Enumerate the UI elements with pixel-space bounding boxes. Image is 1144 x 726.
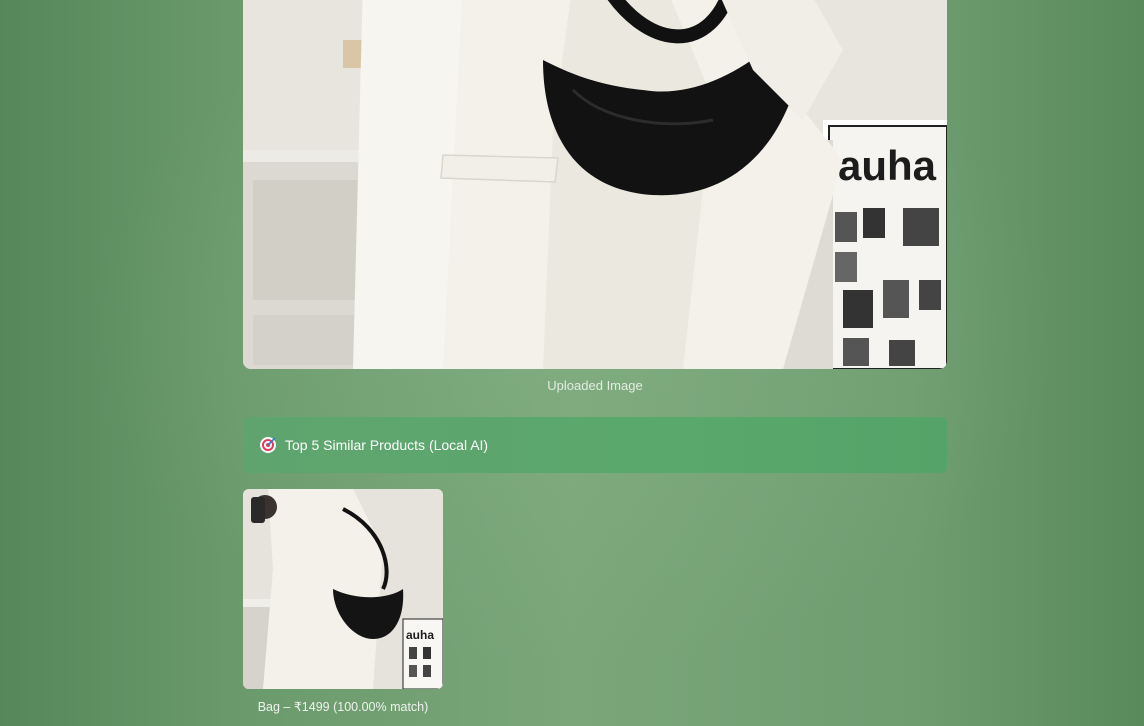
uploaded-image: auha xyxy=(243,0,947,369)
product-card[interactable]: auha Bag – ₹1499 (100.00% match) xyxy=(243,489,443,714)
target-icon xyxy=(259,436,277,454)
svg-text:auha: auha xyxy=(406,628,434,642)
product-caption: Bag – ₹1499 (100.00% match) xyxy=(257,700,429,714)
svg-text:auha: auha xyxy=(838,142,937,189)
product-image[interactable]: auha xyxy=(243,489,443,689)
similar-products-header: Top 5 Similar Products (Local AI) xyxy=(243,417,947,473)
uploaded-image-caption: Uploaded Image xyxy=(547,378,643,393)
similar-products-title: Top 5 Similar Products (Local AI) xyxy=(285,437,489,453)
